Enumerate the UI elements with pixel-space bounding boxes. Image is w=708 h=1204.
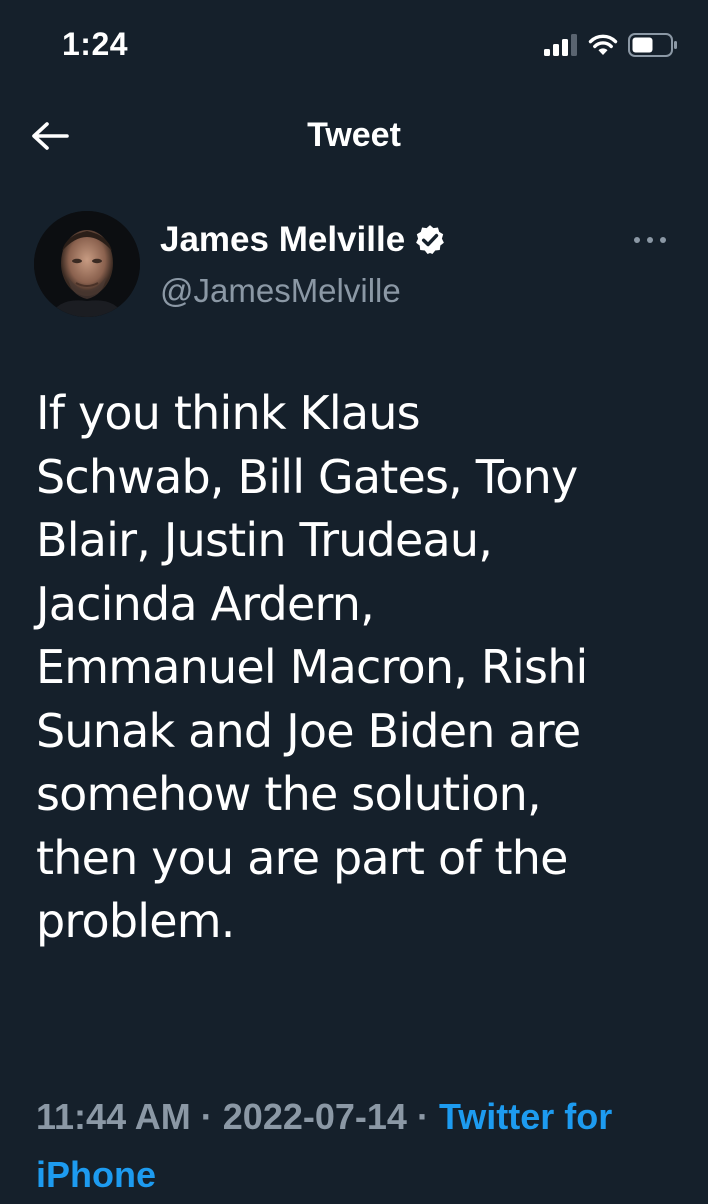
verified-badge-icon [416, 225, 445, 255]
avatar[interactable] [34, 211, 140, 317]
cellular-signal-icon [544, 34, 577, 56]
more-options-button[interactable] [630, 228, 670, 252]
tweet-text: If you think Klaus Schwab, Bill Gates, T… [36, 386, 588, 948]
status-icons [544, 30, 678, 60]
page-title: Tweet [307, 116, 401, 154]
status-time: 1:24 [62, 26, 129, 62]
meta-separator-2: · [416, 1096, 429, 1137]
author-name-row[interactable]: James Melville [160, 220, 447, 260]
tweet-metadata: 11:44 AM · 2022-07-14 · Twitter for iPho… [36, 1088, 686, 1204]
nav-bar: Tweet [0, 100, 708, 176]
more-dots-icon [634, 237, 666, 243]
battery-icon [628, 33, 677, 57]
status-bar: 1:24 [0, 0, 708, 90]
meta-separator: · [200, 1096, 213, 1137]
tweet-header: James Melville @JamesMelville [0, 206, 708, 326]
wifi-icon [588, 34, 618, 55]
username[interactable]: @JamesMelville [160, 272, 401, 310]
display-name[interactable]: James Melville [160, 220, 405, 260]
avatar-image [34, 211, 140, 317]
tweet-date: 2022-07-14 [222, 1096, 407, 1137]
tweet-time: 11:44 AM [36, 1096, 191, 1137]
